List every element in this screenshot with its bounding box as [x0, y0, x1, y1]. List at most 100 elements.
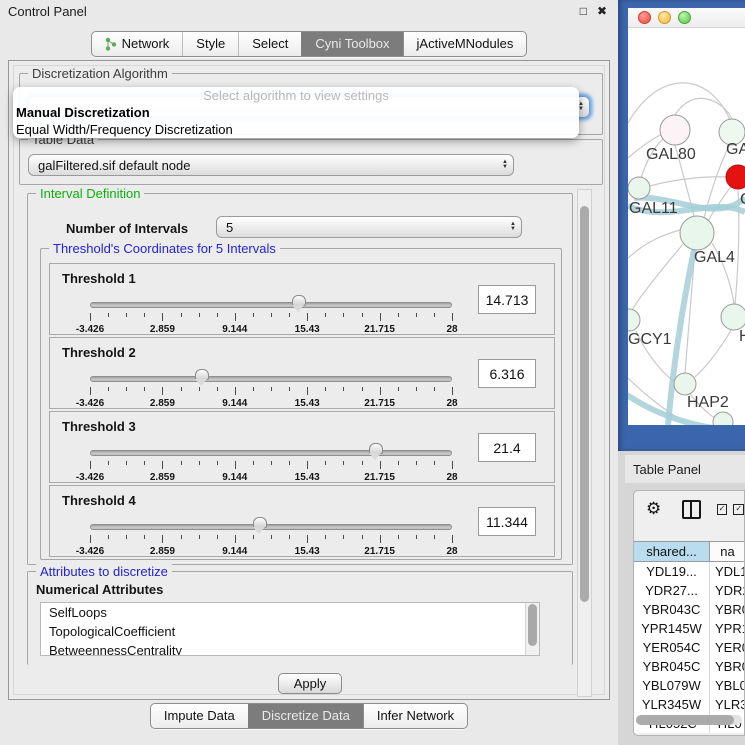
- tab-discretize-data[interactable]: Discretize Data: [248, 704, 363, 728]
- threshold-slider[interactable]: -3.4262.8599.14415.4321.71528: [90, 372, 452, 408]
- table-cell[interactable]: YBR043C: [634, 600, 710, 619]
- slider-tick: [307, 313, 308, 321]
- table-column-header[interactable]: na: [710, 541, 745, 562]
- threshold-slider[interactable]: -3.4262.8599.14415.4321.71528: [90, 520, 452, 556]
- threshold-slider[interactable]: -3.4262.8599.14415.4321.71528: [90, 298, 452, 334]
- threshold-slider[interactable]: -3.4262.8599.14415.4321.71528: [90, 446, 452, 482]
- network-node[interactable]: [713, 412, 733, 425]
- combo-stepper-icon[interactable]: ▲ ▼: [505, 217, 521, 237]
- tab-cyni-toolbox[interactable]: Cyni Toolbox: [301, 32, 402, 56]
- tab-label: jActiveMNodules: [417, 36, 514, 51]
- numerical-attributes-list[interactable]: SelfLoopsTopologicalCoefficientBetweenne…: [40, 602, 540, 656]
- table-cell[interactable]: YDL19...: [634, 562, 710, 581]
- slider-track[interactable]: [90, 302, 452, 308]
- content-scrollbar[interactable]: [577, 189, 592, 697]
- tab-style[interactable]: Style: [182, 32, 238, 56]
- table-cell[interactable]: YER054C: [634, 638, 710, 657]
- network-node[interactable]: [674, 373, 696, 395]
- slider-tick-label: 2.859: [150, 324, 175, 335]
- slider-thumb[interactable]: [369, 443, 383, 454]
- table-hscrollbar-thumb[interactable]: [636, 715, 734, 725]
- table-rows: YDL19...YDL1YDR27...YDR2YBR043CYBR0YPR14…: [634, 562, 745, 733]
- slider-track[interactable]: [90, 524, 452, 530]
- slider-track[interactable]: [90, 376, 452, 382]
- split-columns-icon[interactable]: [682, 500, 700, 519]
- threshold-value-field[interactable]: [478, 507, 536, 536]
- table-cell[interactable]: YDR27...: [634, 581, 710, 600]
- slider-tick: [108, 313, 109, 317]
- network-canvas[interactable]: GAL80GACGAL11GAL4GCY1HHAP2: [628, 28, 745, 425]
- table-cell[interactable]: YPR1: [710, 619, 745, 638]
- algorithm-option-equal-width[interactable]: Equal Width/Frequency Discretization: [13, 121, 579, 138]
- minimize-traffic-light-icon[interactable]: [658, 11, 671, 24]
- algorithm-option-manual[interactable]: Manual Discretization: [13, 104, 579, 121]
- content-scrollbar-thumb[interactable]: [580, 206, 589, 602]
- table-cell[interactable]: YBR0: [710, 657, 745, 676]
- tab-network[interactable]: Network: [92, 32, 183, 56]
- network-edge: [632, 244, 683, 310]
- slider-tick-label: 15.43: [295, 472, 320, 483]
- slider-tick: [199, 387, 200, 391]
- segmented-tabs: NetworkStyleSelectCyni Toolbox jActiveMNo…: [91, 31, 528, 57]
- apply-button[interactable]: Apply: [278, 673, 342, 694]
- attribute-list-item[interactable]: TopologicalCoefficient: [41, 622, 539, 641]
- slider-tick: [307, 535, 308, 543]
- attribute-list-item[interactable]: BetweennessCentrality: [41, 641, 539, 656]
- table-cell[interactable]: YBL079W: [634, 676, 710, 695]
- combo-stepper-icon[interactable]: ▲ ▼: [497, 155, 513, 175]
- network-node[interactable]: [660, 115, 690, 145]
- list-scrollbar-thumb[interactable]: [528, 604, 537, 646]
- tab-select[interactable]: Select: [238, 32, 301, 56]
- checkbox-icon[interactable]: ✓: [717, 504, 728, 515]
- table-row[interactable]: YBR045CYBR0: [634, 657, 745, 676]
- tab-impute-data[interactable]: Impute Data: [151, 704, 248, 728]
- table-cell[interactable]: YBR045C: [634, 657, 710, 676]
- slider-thumb[interactable]: [195, 369, 209, 380]
- network-node[interactable]: [628, 309, 640, 331]
- table-horizontal-scrollbar[interactable]: [636, 715, 742, 725]
- table-cell[interactable]: YDR2: [710, 581, 745, 600]
- network-node-label: C: [740, 191, 745, 208]
- table-cell[interactable]: YLR345W: [634, 695, 710, 714]
- network-node[interactable]: [726, 165, 745, 189]
- table-row[interactable]: YLR345WYLR3: [634, 695, 745, 714]
- number-of-intervals-combobox[interactable]: 5 ▲ ▼: [216, 216, 522, 238]
- table-cell[interactable]: YER0: [710, 638, 745, 657]
- table-cell[interactable]: YBR0: [710, 600, 745, 619]
- slider-track[interactable]: [90, 450, 452, 456]
- table-row[interactable]: YER054CYER0: [634, 638, 745, 657]
- threshold-label: Threshold 1: [62, 271, 136, 286]
- list-scrollbar[interactable]: [525, 603, 539, 655]
- tab-jactivemnodules[interactable]: jActiveMNodules: [403, 32, 527, 56]
- float-window-icon[interactable]: □: [575, 4, 592, 18]
- slider-tick: [217, 313, 218, 317]
- table-cell[interactable]: YDL1: [710, 562, 745, 581]
- table-cell[interactable]: YPR145W: [634, 619, 710, 638]
- table-row[interactable]: YPR145WYPR1: [634, 619, 745, 638]
- close-traffic-light-icon[interactable]: [638, 11, 651, 24]
- threshold-value-field[interactable]: [478, 359, 536, 388]
- threshold-value-field[interactable]: [478, 285, 536, 314]
- zoom-traffic-light-icon[interactable]: [678, 11, 691, 24]
- slider-thumb[interactable]: [253, 517, 267, 528]
- network-node[interactable]: [680, 216, 714, 250]
- gear-icon[interactable]: ⚙: [646, 499, 661, 519]
- table-row[interactable]: YBR043CYBR0: [634, 600, 745, 619]
- close-window-icon[interactable]: ✖: [592, 4, 612, 18]
- network-node[interactable]: [628, 177, 650, 199]
- table-row[interactable]: YDL19...YDL1: [634, 562, 745, 581]
- table-column-header[interactable]: shared...: [634, 541, 710, 562]
- attribute-list-item[interactable]: SelfLoops: [41, 603, 539, 622]
- table-row[interactable]: YDR27...YDR2: [634, 581, 745, 600]
- table-row[interactable]: YBL079WYBL0: [634, 676, 745, 695]
- slider-tick: [181, 313, 182, 317]
- table-data-combobox[interactable]: galFiltered.sif default node ▲ ▼: [28, 154, 514, 176]
- table-cell[interactable]: YBL0: [710, 676, 745, 695]
- threshold-value-field[interactable]: [478, 433, 536, 462]
- table-cell[interactable]: YLR3: [710, 695, 745, 714]
- slider-tick: [362, 535, 363, 539]
- tab-infer-network[interactable]: Infer Network: [363, 704, 467, 728]
- network-node[interactable]: [721, 304, 745, 330]
- slider-thumb[interactable]: [292, 295, 306, 306]
- checkbox-icon[interactable]: ✓: [733, 504, 744, 515]
